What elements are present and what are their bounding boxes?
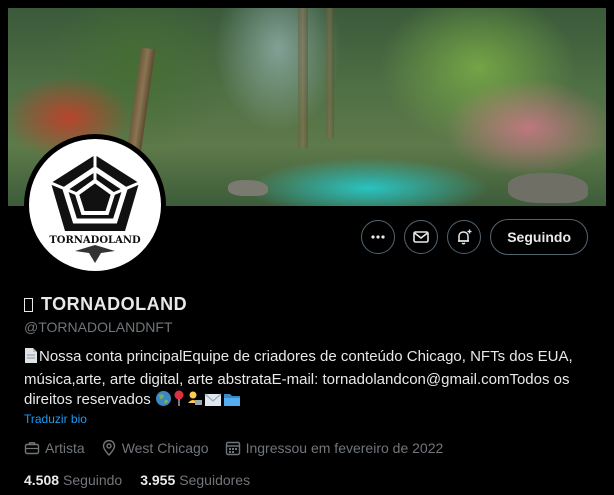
- profile-actions: Seguindo: [361, 219, 588, 255]
- meta-location: West Chicago: [101, 440, 209, 456]
- location-pin-icon: [173, 390, 185, 413]
- translate-bio-link[interactable]: Traduzir bio: [24, 412, 87, 426]
- followers-count: 3.955: [140, 472, 176, 488]
- joined-text: Ingressou em fevereiro de 2022: [245, 440, 444, 456]
- avatar-logo-text: TORNADOLAND: [49, 235, 141, 246]
- tornadoland-logo: TORNADOLAND: [49, 155, 141, 263]
- followers-stat[interactable]: 3.955 Seguidores: [140, 472, 250, 488]
- folder-icon: [223, 392, 241, 413]
- following-label: Seguindo: [63, 472, 123, 488]
- envelope-icon: [204, 393, 222, 413]
- mail-icon: [413, 231, 430, 243]
- globe-icon: [155, 390, 172, 413]
- message-button[interactable]: [404, 220, 439, 254]
- briefcase-icon: [24, 442, 40, 455]
- location-text: West Chicago: [121, 440, 209, 456]
- display-name: TORNADOLAND: [41, 294, 188, 314]
- following-button[interactable]: Seguindo: [490, 219, 588, 255]
- meta-joined: Ingressou em fevereiro de 2022: [225, 440, 444, 456]
- category-text: Artista: [45, 440, 85, 456]
- followers-label: Seguidores: [179, 472, 251, 488]
- profile-meta: Artista West Chicago Ingressou em fevere…: [24, 440, 443, 456]
- profile-stats: 4.508 Seguindo 3.955 Seguidores: [24, 472, 250, 488]
- location-icon: [102, 440, 115, 456]
- profile-page: TORNADOLAND Seguindo TORNADOLAND @TORNAD…: [8, 8, 606, 495]
- technologist-icon: [186, 390, 203, 413]
- display-name-row: TORNADOLAND: [24, 294, 187, 315]
- document-icon: [24, 347, 38, 370]
- following-count: 4.508: [24, 472, 60, 488]
- profile-bio: Nossa conta principalEquipe de criadores…: [24, 347, 589, 413]
- bell-plus-icon: [458, 229, 472, 245]
- more-horizontal-icon: [371, 235, 385, 239]
- notify-button[interactable]: [447, 220, 482, 254]
- more-button[interactable]: [361, 220, 396, 254]
- following-stat[interactable]: 4.508 Seguindo: [24, 472, 122, 488]
- profile-avatar[interactable]: TORNADOLAND: [24, 134, 166, 276]
- calendar-icon: [225, 441, 240, 456]
- missing-glyph-icon: [24, 297, 33, 312]
- username-handle: @TORNADOLANDNFT: [24, 319, 173, 335]
- bio-text: Nossa conta principalEquipe de criadores…: [24, 348, 573, 408]
- meta-category: Artista: [24, 440, 85, 456]
